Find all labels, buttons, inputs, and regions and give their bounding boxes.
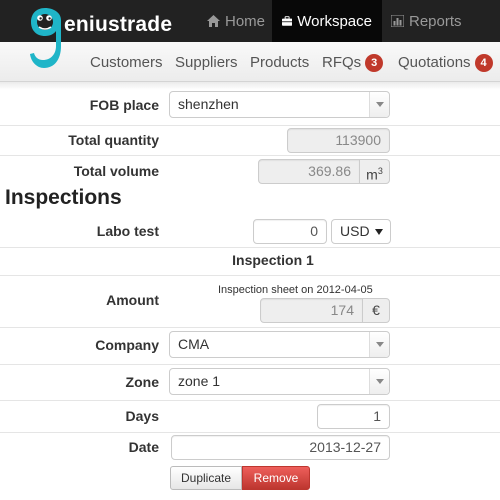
inspection-sheet-note: Inspection sheet on 2012-04-05 bbox=[218, 284, 373, 296]
chevron-down-icon bbox=[369, 369, 389, 394]
chevron-down-icon bbox=[369, 92, 389, 117]
date-input[interactable]: 2013-12-27 bbox=[171, 435, 390, 460]
amount-label: Amount bbox=[106, 292, 159, 308]
zone-select[interactable]: zone 1 bbox=[169, 368, 390, 395]
bar-chart-icon bbox=[391, 15, 404, 27]
fob-place-label: FOB place bbox=[89, 97, 159, 113]
nav-workspace[interactable]: Workspace bbox=[272, 0, 382, 42]
briefcase-icon bbox=[282, 16, 293, 26]
total-quantity-label: Total quantity bbox=[68, 132, 159, 148]
nav-workspace-label: Workspace bbox=[297, 12, 372, 30]
company-select[interactable]: CMA bbox=[169, 331, 390, 358]
remove-button[interactable]: Remove bbox=[242, 466, 310, 490]
inspection-1-heading: Inspection 1 bbox=[232, 252, 314, 268]
subnav-suppliers[interactable]: Suppliers bbox=[175, 54, 238, 71]
subnav-rfqs[interactable]: RFQs 3 bbox=[322, 54, 384, 72]
row-divider bbox=[0, 432, 500, 433]
subnav-products[interactable]: Products bbox=[250, 54, 309, 71]
nav-reports[interactable]: Reports bbox=[391, 0, 462, 42]
currency-value: USD bbox=[340, 223, 370, 239]
brand-logo-icon[interactable] bbox=[28, 6, 62, 72]
company-value: CMA bbox=[178, 336, 210, 352]
fob-place-select[interactable]: shenzhen bbox=[169, 91, 390, 118]
duplicate-button[interactable]: Duplicate bbox=[170, 466, 242, 490]
labo-test-label: Labo test bbox=[96, 223, 159, 239]
fob-place-value: shenzhen bbox=[178, 96, 239, 112]
euro-unit-addon: € bbox=[362, 298, 390, 323]
chevron-down-icon bbox=[375, 229, 383, 235]
subnav-shadow bbox=[0, 82, 500, 90]
zone-label: Zone bbox=[125, 374, 159, 390]
subnav-customers[interactable]: Customers bbox=[90, 54, 163, 71]
row-divider bbox=[0, 364, 500, 365]
company-label: Company bbox=[95, 337, 159, 353]
zone-value: zone 1 bbox=[178, 373, 221, 389]
subnav-rfqs-label: RFQs bbox=[322, 54, 362, 71]
chevron-down-icon bbox=[369, 332, 389, 357]
total-quantity-field: 113900 bbox=[287, 128, 390, 153]
nav-home[interactable]: Home bbox=[207, 0, 265, 42]
brand-name[interactable]: eniustrade bbox=[64, 13, 172, 37]
inspections-heading: Inspections bbox=[5, 186, 122, 209]
top-navbar: eniustrade Home Workspace Reports bbox=[0, 0, 500, 68]
row-divider bbox=[0, 400, 500, 401]
volume-unit-exponent: 3 bbox=[377, 166, 383, 176]
currency-select[interactable]: USD bbox=[331, 219, 391, 244]
volume-unit-addon: m3 bbox=[359, 159, 390, 184]
row-divider bbox=[0, 275, 500, 276]
total-volume-field: 369.86 bbox=[258, 159, 360, 184]
row-divider bbox=[0, 327, 500, 328]
row-divider bbox=[0, 155, 500, 156]
days-label: Days bbox=[125, 408, 159, 424]
rfqs-count-badge: 3 bbox=[365, 54, 384, 72]
quotations-count-badge: 4 bbox=[474, 54, 493, 72]
nav-home-label: Home bbox=[225, 12, 266, 30]
subnav-quotations-label: Quotations bbox=[398, 54, 471, 71]
sub-navbar: Customers Suppliers Products RFQs 3 Quota… bbox=[0, 42, 500, 82]
row-divider bbox=[0, 125, 500, 126]
date-label: Date bbox=[128, 439, 159, 455]
days-input[interactable]: 1 bbox=[317, 404, 390, 429]
home-icon bbox=[207, 15, 220, 27]
nav-reports-label: Reports bbox=[409, 12, 462, 30]
amount-field: 174 bbox=[260, 298, 363, 323]
total-volume-label: Total volume bbox=[73, 163, 159, 179]
subnav-quotations[interactable]: Quotations 4 bbox=[398, 54, 493, 72]
labo-test-input[interactable]: 0 bbox=[253, 219, 327, 244]
volume-unit: m bbox=[366, 166, 378, 183]
row-divider bbox=[0, 247, 500, 248]
